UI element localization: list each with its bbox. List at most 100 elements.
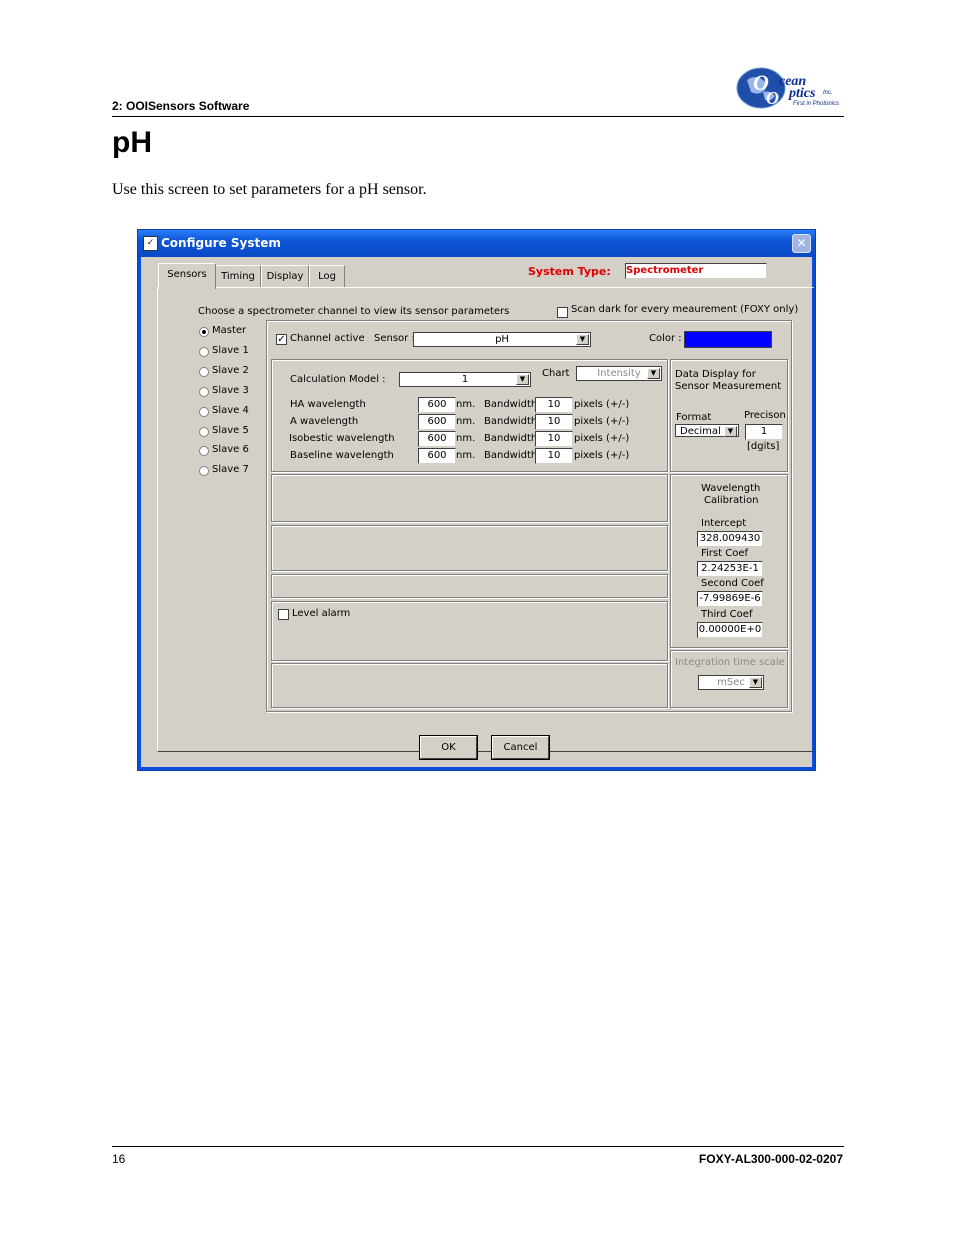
level-alarm-group: Level alarm <box>271 601 668 661</box>
precision-label: Precison <box>744 410 786 421</box>
page-title: pH <box>112 126 152 159</box>
digits-label: [dgits] <box>747 441 780 452</box>
chevron-down-icon: ▼ <box>576 334 589 345</box>
format-select-value: Decimal <box>680 426 721 437</box>
wavelength-row-label: HA wavelength <box>290 399 366 410</box>
cancel-button[interactable]: Cancel <box>492 736 549 759</box>
bandwidth-label: Bandwidth <box>484 399 538 410</box>
integration-select[interactable]: mSec ▼ <box>698 675 764 690</box>
calibration-heading-2: Calibration <box>704 495 759 506</box>
scan-dark-checkbox[interactable] <box>557 307 568 318</box>
wavelength-unit: nm. <box>456 416 476 427</box>
color-swatch[interactable] <box>684 331 772 348</box>
wavelength-input[interactable]: 600 <box>418 397 456 413</box>
svg-text:O: O <box>766 88 779 108</box>
wavelength-row-label: Baseline wavelength <box>290 450 394 461</box>
chevron-down-icon: ▼ <box>724 426 737 437</box>
choose-channel-label: Choose a spectrometer channel to view it… <box>198 306 510 317</box>
chevron-down-icon: ▼ <box>647 368 660 379</box>
data-display-heading-1: Data Display for <box>675 369 756 380</box>
ok-button[interactable]: OK <box>420 736 477 759</box>
app-icon: ✓ <box>143 236 158 251</box>
bandwidth-input[interactable]: 10 <box>535 448 573 464</box>
dialog-title: Configure System <box>161 236 281 250</box>
chart-select[interactable]: Intensity ▼ <box>576 366 662 381</box>
wavelength-input[interactable]: 600 <box>418 431 456 447</box>
calc-model-value: 1 <box>461 374 469 385</box>
color-label: Color : <box>649 333 682 344</box>
tab-timing[interactable]: Timing <box>215 265 261 288</box>
bandwidth-input[interactable]: 10 <box>535 414 573 430</box>
radio-slave-7[interactable] <box>199 466 209 476</box>
radio-slave-6[interactable] <box>199 446 209 456</box>
third-coef-input[interactable]: 0.00000E+0 <box>697 622 763 638</box>
close-icon[interactable]: ✕ <box>792 234 811 253</box>
radio-master[interactable] <box>199 327 209 337</box>
channel-label-slave-5: Slave 5 <box>212 425 249 436</box>
footer-rule <box>112 1146 844 1147</box>
integration-group: Integration time scale mSec ▼ <box>670 650 788 708</box>
sensor-select-value: pH <box>495 334 509 345</box>
integration-label: Integration time scale <box>675 657 785 668</box>
radio-slave-3[interactable] <box>199 387 209 397</box>
wavelength-row-label: Isobestic wavelength <box>289 433 395 444</box>
system-type-label: System Type: <box>528 265 611 278</box>
second-coef-input[interactable]: -7.99869E-6 <box>697 591 763 607</box>
channel-label-slave-6: Slave 6 <box>212 444 249 455</box>
channel-label-slave-4: Slave 4 <box>212 405 249 416</box>
calculation-group: Calculation Model : 1 ▼ Chart Intensity … <box>271 359 668 472</box>
third-coef-label: Third Coef <box>701 609 753 620</box>
configure-system-dialog: ✓ Configure System ✕ Sensors Timing Disp… <box>137 229 816 771</box>
sensor-label: Sensor : <box>374 333 415 344</box>
level-alarm-checkbox[interactable] <box>278 609 289 620</box>
channel-label-slave-1: Slave 1 <box>212 345 249 356</box>
radio-slave-5[interactable] <box>199 427 209 437</box>
format-label: Format <box>676 412 712 423</box>
bandwidth-input[interactable]: 10 <box>535 431 573 447</box>
intercept-input[interactable]: 328.009430 <box>697 531 763 547</box>
calibration-group: Wavelength Calibration Intercept 328.009… <box>670 474 788 648</box>
radio-slave-1[interactable] <box>199 347 209 357</box>
empty-group-3 <box>271 574 668 598</box>
radio-slave-2[interactable] <box>199 367 209 377</box>
sensor-frame: ✓ Channel active Sensor : pH ▼ Color : C… <box>266 320 792 712</box>
intro-text: Use this screen to set parameters for a … <box>112 181 427 198</box>
first-coef-input[interactable]: 2.24253E-1 <box>697 561 763 577</box>
dialog-client: Sensors Timing Display Log System Type: … <box>141 257 814 767</box>
empty-group-4 <box>271 663 668 708</box>
chart-select-value: Intensity <box>597 368 641 379</box>
precision-input[interactable]: 1 <box>745 424 783 440</box>
sensor-select[interactable]: pH ▼ <box>413 332 591 347</box>
bandwidth-unit: pixels (+/-) <box>574 416 630 427</box>
scan-dark-label: Scan dark for every meaurement (FOXY onl… <box>571 304 799 315</box>
calc-model-label: Calculation Model : <box>290 374 386 385</box>
wavelength-input[interactable]: 600 <box>418 414 456 430</box>
bandwidth-label: Bandwidth <box>484 450 538 461</box>
page-number: 16 <box>112 1152 126 1166</box>
calibration-heading-1: Wavelength <box>701 483 761 494</box>
wavelength-unit: nm. <box>456 399 476 410</box>
header-rule <box>112 116 844 117</box>
channel-active-checkbox[interactable]: ✓ <box>276 334 287 345</box>
chevron-down-icon: ▼ <box>749 677 762 688</box>
format-select[interactable]: Decimal ▼ <box>675 424 739 437</box>
logo-text-2: ptics <box>789 86 816 101</box>
system-type-field: Spectrometer <box>625 263 767 279</box>
first-coef-label: First Coef <box>701 548 748 559</box>
bandwidth-label: Bandwidth <box>484 433 538 444</box>
tab-display[interactable]: Display <box>261 265 309 288</box>
document-id: FOXY-AL300-000-02-0207 <box>698 1152 843 1166</box>
section-header: 2: OOISensors Software <box>112 99 250 113</box>
wavelength-input[interactable]: 600 <box>418 448 456 464</box>
tab-log[interactable]: Log <box>309 265 345 288</box>
logo-tagline: First in Photonics <box>793 101 840 107</box>
dialog-titlebar[interactable]: ✓ Configure System ✕ <box>138 230 815 257</box>
bandwidth-input[interactable]: 10 <box>535 397 573 413</box>
tab-sensors[interactable]: Sensors <box>158 263 216 289</box>
wavelength-row-label: A wavelength <box>290 416 359 427</box>
radio-slave-4[interactable] <box>199 407 209 417</box>
bandwidth-unit: pixels (+/-) <box>574 399 630 410</box>
channel-label-master: Master <box>212 325 247 336</box>
calc-model-select[interactable]: 1 ▼ <box>399 372 531 387</box>
data-display-heading-2: Sensor Measurement <box>675 381 782 392</box>
